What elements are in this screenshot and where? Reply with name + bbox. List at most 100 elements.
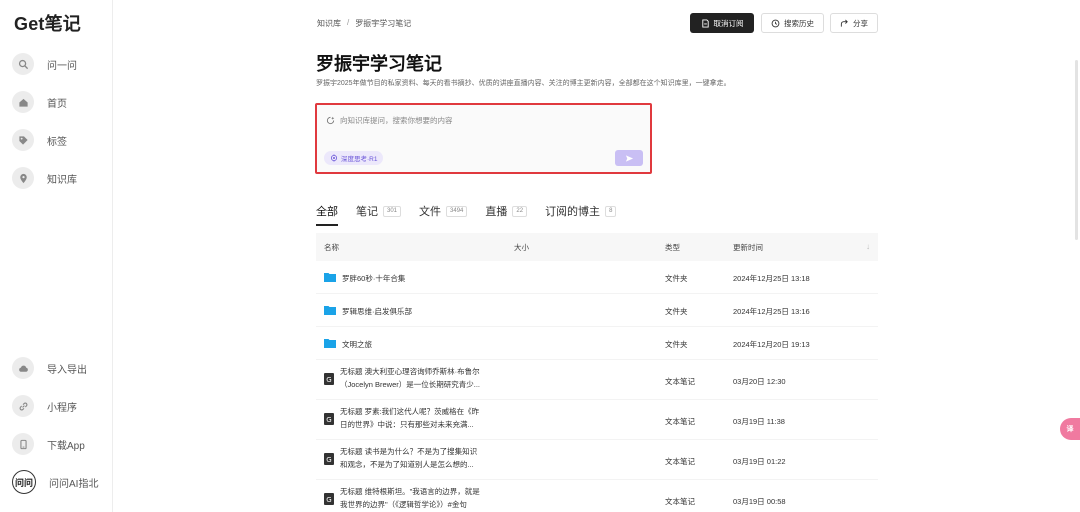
wenwen-badge-icon: 问问 (12, 470, 36, 494)
sidebar-item-mini-program[interactable]: 小程序 (12, 394, 77, 418)
row-title: 无标题 读书是为什么？不是为了搜集知识 和观念，不是为了知道别人是怎么想的... (340, 445, 477, 471)
table-row[interactable]: G 无标题 澳大利亚心理咨询师乔斯林·布鲁尔 （Jocelyn Brewer）是一… (316, 360, 878, 400)
home-icon (12, 91, 34, 113)
row-name: 文明之旅 (324, 338, 372, 351)
document-icon: G (324, 413, 334, 427)
unsubscribe-icon (701, 18, 709, 28)
table-row[interactable]: 罗辑思维·启发俱乐部 文件夹 2024年12月25日 13:16 (316, 294, 878, 327)
translate-float-button[interactable]: 译 (1060, 418, 1080, 440)
tab-count-badge: 22 (512, 205, 528, 217)
search-history-label: 搜索历史 (784, 18, 814, 28)
row-type: 文件夹 (665, 307, 688, 316)
sidebar-item-label: 标签 (47, 136, 67, 148)
tab-label: 订阅的博主 (545, 206, 601, 218)
svg-text:G: G (326, 376, 331, 384)
svg-text:G: G (326, 496, 331, 504)
row-title: 无标题 罗素:我们这代人呢？茨威格在《昨 日的世界》中说：只有那些对未来充满... (340, 405, 479, 431)
deep-think-chip[interactable]: 深度思考·R1 (324, 151, 384, 165)
link-icon (12, 395, 34, 417)
folder-icon (324, 305, 336, 317)
table-row[interactable]: G 无标题 读书是为什么？不是为了搜集知识 和观念，不是为了知道别人是怎么想的..… (316, 440, 878, 480)
sidebar-item-download-app[interactable]: 下载App (12, 432, 85, 456)
row-name: G 无标题 罗素:我们这代人呢？茨威格在《昨 日的世界》中说：只有那些对未来充满.… (324, 405, 479, 431)
row-type: 文本笔记 (665, 417, 695, 426)
sidebar-item-label: 知识库 (47, 174, 77, 186)
row-updated: 2024年12月25日 13:18 (733, 274, 810, 283)
row-updated: 03月19日 00:58 (733, 497, 786, 506)
column-header-size[interactable]: 大小 (514, 242, 529, 253)
page-scrollbar[interactable] (1075, 60, 1078, 240)
ai-chat-icon (326, 116, 335, 125)
sidebar-item-home[interactable]: 首页 (12, 90, 67, 114)
ask-input[interactable]: 向知识库提问，搜索你想要的内容 (326, 115, 453, 126)
row-updated: 03月19日 11:38 (733, 417, 785, 426)
row-name: G 无标题 读书是为什么？不是为了搜集知识 和观念，不是为了知道别人是怎么想的..… (324, 445, 477, 471)
tab-subscribed-bloggers[interactable]: 订阅的博主 8 (545, 203, 617, 223)
tab-live[interactable]: 直播 22 (485, 203, 528, 223)
table-row[interactable]: G 无标题 维特根斯坦。"我语言的边界，就是 我世界的边界"（《逻辑哲学论》）#金… (316, 480, 878, 512)
row-title: 罗胖60秒·十年合集 (342, 274, 406, 283)
share-button[interactable]: 分享 (830, 13, 878, 33)
row-title-line1: 无标题 罗素:我们这代人呢？茨威格在《昨 (340, 407, 480, 416)
row-name: G 无标题 维特根斯坦。"我语言的边界，就是 我世界的边界"（《逻辑哲学论》）#金… (324, 485, 480, 511)
row-type: 文本笔记 (665, 497, 695, 506)
row-type: 文件夹 (665, 340, 688, 349)
ask-placeholder-text: 向知识库提问，搜索你想要的内容 (340, 116, 453, 125)
search-icon (12, 53, 34, 75)
row-type: 文件夹 (665, 274, 688, 283)
sort-arrow-icon[interactable]: ↓ (866, 242, 870, 251)
sidebar-item-tags[interactable]: 标签 (12, 128, 67, 152)
search-history-button[interactable]: 搜索历史 (761, 13, 824, 33)
row-name: 罗胖60秒·十年合集 (324, 272, 405, 285)
column-header-type[interactable]: 类型 (665, 242, 680, 253)
app-logo[interactable]: Get笔记 (14, 10, 81, 36)
tab-label: 直播 (485, 206, 508, 218)
row-title: 文明之旅 (342, 340, 372, 349)
tab-label: 全部 (316, 206, 338, 218)
row-title-line1: 无标题 读书是为什么？不是为了搜集知识 (340, 447, 478, 456)
table-header: 名称 大小 类型 更新时间 ↓ (316, 233, 878, 261)
tab-notes[interactable]: 笔记 301 (356, 203, 402, 223)
folder-icon (324, 338, 336, 350)
column-header-updated[interactable]: 更新时间 (733, 242, 763, 253)
table-row[interactable]: 罗胖60秒·十年合集 文件夹 2024年12月25日 13:18 (316, 261, 878, 294)
column-header-name[interactable]: 名称 (324, 242, 339, 253)
tab-count-badge: 8 (605, 205, 617, 217)
row-name: G 无标题 澳大利亚心理咨询师乔斯林·布鲁尔 （Jocelyn Brewer）是一… (324, 365, 480, 391)
row-title-line2: 我世界的边界"（《逻辑哲学论》）#金句 (340, 500, 467, 509)
content-table: 名称 大小 类型 更新时间 ↓ 罗胖60秒·十年合集 文件夹 2024年12月2… (316, 233, 878, 512)
folder-icon (324, 272, 336, 284)
row-updated: 2024年12月20日 19:13 (733, 340, 810, 349)
unsubscribe-button[interactable]: 取消订阅 (690, 13, 754, 33)
row-title: 无标题 澳大利亚心理咨询师乔斯林·布鲁尔 （Jocelyn Brewer）是一位长… (340, 365, 480, 391)
tab-count-badge: 301 (383, 205, 402, 217)
sidebar-item-ai-guide[interactable]: 问问 问问AI指北 (12, 470, 98, 494)
tab-files[interactable]: 文件 3494 (419, 203, 468, 223)
sidebar-item-import-export[interactable]: 导入导出 (12, 356, 87, 380)
cloud-icon (12, 357, 34, 379)
row-title: 无标题 维特根斯坦。"我语言的边界，就是 我世界的边界"（《逻辑哲学论》）#金句 (340, 485, 480, 511)
row-title: 罗辑思维·启发俱乐部 (342, 307, 412, 316)
sidebar-item-knowledge-base[interactable]: 知识库 (12, 166, 77, 190)
sidebar-item-label: 小程序 (47, 402, 77, 414)
send-button[interactable] (615, 150, 643, 166)
ask-box[interactable]: 向知识库提问，搜索你想要的内容 深度思考·R1 (315, 103, 652, 174)
row-title-line2: 日的世界》中说：只有那些对未来充满... (340, 420, 474, 429)
table-row[interactable]: 文明之旅 文件夹 2024年12月20日 19:13 (316, 327, 878, 360)
table-row[interactable]: G 无标题 罗素:我们这代人呢？茨威格在《昨 日的世界》中说：只有那些对未来充满.… (316, 400, 878, 440)
tab-label: 文件 (419, 206, 442, 218)
row-updated: 03月19日 01:22 (733, 457, 786, 466)
row-title-line2: 和观念，不是为了知道别人是怎么想的... (340, 460, 474, 469)
page-description: 罗振宇2025年做节目的私家资料、每天的看书摘抄、优质的讲座直播内容、关注的博主… (316, 80, 731, 87)
clock-icon (771, 19, 780, 27)
breadcrumb-item-knowledge-base[interactable]: 知识库 (317, 18, 341, 29)
breadcrumb: 知识库 / 罗振宇学习笔记 (317, 18, 411, 29)
target-icon (330, 154, 338, 162)
tab-all[interactable]: 全部 (316, 203, 338, 226)
tab-count-badge: 3494 (446, 205, 468, 217)
page-title: 罗振宇学习笔记 (316, 54, 442, 74)
svg-text:G: G (326, 456, 331, 464)
sidebar-item-ask[interactable]: 问一问 (12, 52, 77, 76)
sidebar-item-label: 问问AI指北 (49, 478, 99, 490)
unsubscribe-label: 取消订阅 (713, 18, 744, 28)
